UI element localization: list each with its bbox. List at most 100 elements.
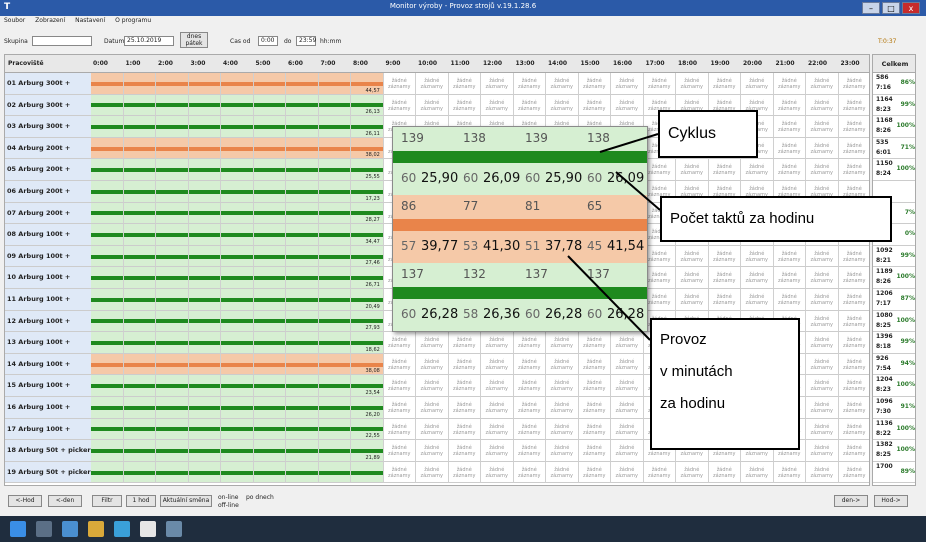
hour-cell[interactable]: žádné záznamy <box>838 311 869 333</box>
hour-cell[interactable] <box>123 116 156 138</box>
hour-cell[interactable] <box>286 397 319 419</box>
hour-cell[interactable]: žádné záznamy <box>773 159 806 181</box>
hour-cell[interactable] <box>156 224 189 246</box>
hour-cell[interactable] <box>156 73 189 95</box>
datum-input[interactable]: 25.10.2019 <box>124 36 174 46</box>
hour-cell[interactable] <box>91 267 124 289</box>
hour-cell[interactable] <box>286 245 319 268</box>
hour-cell[interactable] <box>253 332 286 354</box>
hour-cell[interactable] <box>286 202 319 225</box>
hour-cell[interactable] <box>91 94 124 117</box>
hour-cell[interactable] <box>253 94 286 117</box>
hour-cell[interactable] <box>286 159 319 181</box>
hour-cell[interactable]: žádné záznamy <box>578 94 611 117</box>
hour-cell[interactable]: žádné záznamy <box>611 461 644 484</box>
hour-cell[interactable]: žádné záznamy <box>806 137 839 160</box>
hour-cell[interactable] <box>123 353 156 376</box>
hour-cell[interactable]: žádné záznamy <box>741 159 774 181</box>
hour-cell[interactable]: žádné záznamy <box>838 159 869 181</box>
hour-cell[interactable]: žádné záznamy <box>448 397 481 419</box>
hour-cell[interactable] <box>253 181 286 203</box>
hour-cell[interactable] <box>318 375 351 397</box>
hour-cell[interactable]: žádné záznamy <box>708 159 741 181</box>
hour-cell[interactable] <box>123 94 156 117</box>
hour-cell[interactable]: žádné záznamy <box>546 94 579 117</box>
hour-cell[interactable] <box>221 202 254 225</box>
machine-name[interactable]: 03 Arburg 300t + robot <box>5 116 91 152</box>
hour-cell[interactable]: žádné záznamy <box>741 461 774 484</box>
hour-cell[interactable]: žádné záznamy <box>383 397 416 419</box>
hour-cell[interactable]: žádné záznamy <box>513 375 546 397</box>
hour-cell[interactable]: žádné záznamy <box>611 397 644 419</box>
machine-name[interactable]: 14 Arburg 100t + picker <box>5 353 91 389</box>
hour-cell[interactable] <box>318 289 351 311</box>
hour-cell[interactable]: žádné záznamy <box>806 245 839 268</box>
hour-cell[interactable]: žádné záznamy <box>676 267 709 289</box>
hour-cell[interactable] <box>188 375 221 397</box>
hour-cell[interactable]: žádné záznamy <box>578 397 611 419</box>
machine-name[interactable]: 04 Arburg 200t + picker <box>5 137 91 173</box>
hour-cell[interactable]: žádné záznamy <box>708 267 741 289</box>
machine-name[interactable]: 01 Arburg 300t + robot <box>5 73 91 109</box>
machine-name[interactable]: 12 Arburg 100t + picker <box>5 310 91 346</box>
hour-cell[interactable]: žádné záznamy <box>773 94 806 117</box>
hour-cell[interactable] <box>188 353 221 376</box>
hour-cell[interactable]: žádné záznamy <box>773 289 806 311</box>
hour-cell[interactable] <box>123 224 156 246</box>
hour-cell[interactable] <box>221 73 254 95</box>
hour-cell[interactable]: žádné záznamy <box>806 461 839 484</box>
hour-cell[interactable]: žádné záznamy <box>708 245 741 268</box>
hour-cell[interactable]: žádné záznamy <box>513 332 546 354</box>
hour-cell[interactable]: žádné záznamy <box>773 116 806 138</box>
dnes-button[interactable]: dnes pátek <box>180 32 208 48</box>
hour-cell[interactable] <box>91 202 124 225</box>
hour-cell[interactable]: žádné záznamy <box>513 94 546 117</box>
hour-cell[interactable]: žádné záznamy <box>806 73 839 95</box>
hour-cell[interactable]: žádné záznamy <box>481 461 514 484</box>
machine-name[interactable]: 13 Arburg 100t + picker <box>5 332 91 368</box>
hour-cell[interactable] <box>286 94 319 117</box>
hour-cell[interactable] <box>221 353 254 376</box>
hour-cell[interactable] <box>221 245 254 268</box>
hour-cell[interactable]: žádné záznamy <box>643 73 676 95</box>
hour-cell[interactable]: žádné záznamy <box>578 461 611 484</box>
hour-cell[interactable]: žádné záznamy <box>578 375 611 397</box>
hour-cell[interactable]: žádné záznamy <box>838 138 869 160</box>
machine-name[interactable]: 18 Arburg 50t + picker <box>5 440 91 462</box>
next-day-button[interactable]: den-> <box>834 495 868 507</box>
hour-cell[interactable] <box>188 137 221 160</box>
monitor-app-icon[interactable] <box>140 521 156 537</box>
hour-cell[interactable]: žádné záznamy <box>838 332 869 354</box>
hour-cell[interactable] <box>123 418 156 441</box>
hour-cell[interactable] <box>221 461 254 484</box>
hour-cell[interactable] <box>91 397 124 419</box>
hour-cell[interactable] <box>221 332 254 354</box>
hour-cell[interactable] <box>253 461 286 484</box>
hour-cell[interactable] <box>156 310 189 333</box>
menu-soubor[interactable]: Soubor <box>4 17 25 24</box>
hour-cell[interactable]: žádné záznamy <box>773 137 806 160</box>
hour-cell[interactable]: žádné záznamy <box>806 440 839 462</box>
hour-cell[interactable]: žádné záznamy <box>838 289 869 311</box>
hour-cell[interactable] <box>221 397 254 419</box>
hour-cell[interactable]: žádné záznamy <box>838 246 869 268</box>
hour-cell[interactable]: žádné záznamy <box>806 375 839 397</box>
hour-cell[interactable] <box>286 418 319 441</box>
hour-cell[interactable] <box>123 73 156 95</box>
hour-cell[interactable]: žádné záznamy <box>676 289 709 311</box>
hour-cell[interactable]: žádné záznamy <box>838 440 869 462</box>
hour-cell[interactable] <box>188 461 221 484</box>
hour-cell[interactable]: žádné záznamy <box>806 310 839 333</box>
hour-cell[interactable]: žádné záznamy <box>643 461 676 484</box>
next-hour-button[interactable]: Hod-> <box>874 495 908 507</box>
machine-name[interactable]: 07 Arburg 200t + picker <box>5 202 91 238</box>
hour-cell[interactable]: žádné záznamy <box>643 245 676 268</box>
hour-cell[interactable]: žádné záznamy <box>676 73 709 95</box>
cas-to-input[interactable]: 23:59 <box>296 36 316 46</box>
hour-cell[interactable]: žádné záznamy <box>383 375 416 397</box>
hour-cell[interactable]: žádné záznamy <box>708 461 741 484</box>
hour-cell[interactable] <box>221 289 254 311</box>
hour-cell[interactable] <box>156 267 189 289</box>
hour-cell[interactable]: žádné záznamy <box>708 73 741 95</box>
hour-cell[interactable] <box>253 159 286 181</box>
